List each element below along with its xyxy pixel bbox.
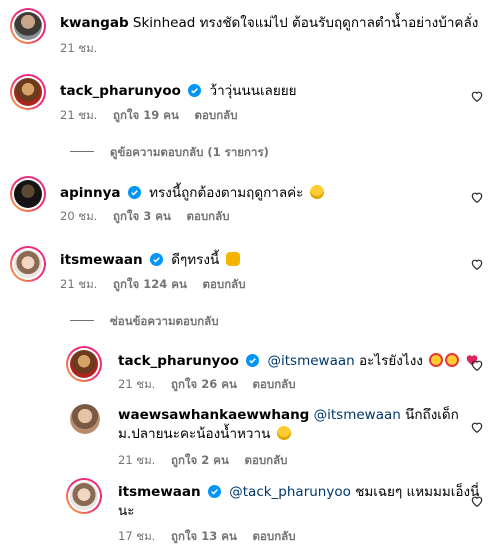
- heart-outline-icon[interactable]: [470, 358, 484, 372]
- comment-meta: 20 ชม. ถูกใจ 3 คน ตอบกลับ: [60, 208, 242, 224]
- comment-text: tack_pharunyoo ว้าวุ่นนนเลยยย: [60, 82, 297, 100]
- username[interactable]: itsmewaan: [118, 484, 201, 500]
- avatar[interactable]: [10, 8, 46, 44]
- reply-meta: 21 ชม. ถูกใจ 2 คน ตอบกลับ: [118, 452, 300, 468]
- comment-text: apinnya ทรงนี้ถูกต้องตามฤดูกาลค่ะ: [60, 184, 324, 202]
- heart-outline-icon[interactable]: [470, 89, 484, 103]
- reply-body: อะไรยังไงง: [359, 353, 423, 369]
- verified-badge-icon: [246, 354, 260, 367]
- laughing-emoji-icon: [276, 426, 291, 440]
- timestamp[interactable]: 21 ชม.: [118, 377, 155, 391]
- username[interactable]: kwangab: [60, 15, 129, 31]
- clapping-hands-emoji-icon: [225, 252, 240, 266]
- heart-outline-icon[interactable]: [470, 420, 484, 434]
- reply-text-continued: นะ: [118, 502, 134, 520]
- comment-body: ทรงนี้ถูกต้องตามฤดูกาลค่ะ: [149, 185, 304, 201]
- avatar[interactable]: [10, 74, 46, 110]
- replies-divider: [70, 151, 94, 152]
- comment-body: ดีๆทรงนี้: [171, 252, 220, 268]
- star-struck-emoji-icon: [429, 353, 444, 367]
- mention-link[interactable]: @itsmewaan: [314, 407, 401, 423]
- view-replies-label: ดูข้อความตอบกลับ (1 รายการ): [110, 145, 269, 159]
- like-count[interactable]: ถูกใจ 2 คน: [171, 453, 229, 467]
- avatar[interactable]: [10, 246, 46, 282]
- timestamp[interactable]: 21 ชม.: [118, 453, 155, 467]
- hide-replies-label: ซ่อนข้อความตอบกลับ: [110, 314, 219, 328]
- heart-outline-icon[interactable]: [470, 494, 484, 508]
- reply-text: tack_pharunyoo @itsmewaan อะไรยังไงง: [118, 352, 479, 370]
- reply-body: ชมเฉยๆ แหมมมเอ็งนี่: [355, 484, 480, 500]
- verified-badge-icon: [188, 84, 202, 97]
- avatar[interactable]: [10, 176, 46, 212]
- verified-badge-icon: [127, 186, 141, 199]
- avatar[interactable]: [66, 346, 102, 382]
- reply-button[interactable]: ตอบกลับ: [195, 108, 238, 122]
- heart-outline-icon[interactable]: [470, 190, 484, 204]
- laughing-emoji-icon: [309, 185, 324, 199]
- mention-link[interactable]: @tack_pharunyoo: [229, 484, 351, 500]
- comment-text: kwangab Skinhead ทรงชัดใจแม่ไป ต้อนรับฤด…: [60, 14, 478, 32]
- reply-button[interactable]: ตอบกลับ: [245, 453, 288, 467]
- username[interactable]: waewsawhankaewwhang: [118, 407, 309, 423]
- reply-text-continued: ม.ปลายนะคะน้องน้ำหวาน: [118, 425, 291, 443]
- reply-button[interactable]: ตอบกลับ: [253, 377, 296, 391]
- comment-meta: 21 ชม. ถูกใจ 124 คน ตอบกลับ: [60, 276, 258, 292]
- reply-button[interactable]: ตอบกลับ: [187, 209, 230, 223]
- mention-link[interactable]: @itsmewaan: [268, 353, 355, 369]
- comment-meta: 21 ชม. ถูกใจ 19 คน ตอบกลับ: [60, 107, 250, 123]
- hide-replies-button[interactable]: ซ่อนข้อความตอบกลับ: [70, 313, 219, 329]
- timestamp[interactable]: 20 ชม.: [60, 209, 97, 223]
- comment-meta: 21 ชม.: [60, 40, 109, 56]
- star-struck-emoji-icon: [445, 353, 460, 367]
- timestamp[interactable]: 21 ชม.: [60, 41, 97, 55]
- like-count[interactable]: ถูกใจ 26 คน: [171, 377, 237, 391]
- username[interactable]: tack_pharunyoo: [60, 83, 181, 99]
- username[interactable]: itsmewaan: [60, 252, 143, 268]
- reply-meta: 17 ชม. ถูกใจ 13 คน ตอบกลับ: [118, 528, 308, 544]
- comment-body: ว้าวุ่นนนเลยยย: [209, 83, 297, 99]
- verified-badge-icon: [207, 485, 221, 498]
- reply-text: waewsawhankaewwhang @itsmewaan นึกถึงเด็…: [118, 406, 459, 424]
- timestamp[interactable]: 21 ชม.: [60, 108, 97, 122]
- avatar[interactable]: [66, 478, 102, 514]
- verified-badge-icon: [149, 253, 163, 266]
- username[interactable]: apinnya: [60, 185, 121, 201]
- timestamp[interactable]: 17 ชม.: [118, 529, 155, 543]
- reply-meta: 21 ชม. ถูกใจ 26 คน ตอบกลับ: [118, 376, 308, 392]
- comment-text: itsmewaan ดีๆทรงนี้: [60, 251, 240, 269]
- comment-body: Skinhead ทรงชัดใจแม่ไป ต้อนรับฤดูกาลตำน้…: [132, 15, 479, 31]
- reply-body-line2: ม.ปลายนะคะน้องน้ำหวาน: [118, 426, 271, 442]
- reply-button[interactable]: ตอบกลับ: [253, 529, 296, 543]
- view-replies-button[interactable]: ดูข้อความตอบกลับ (1 รายการ): [70, 144, 269, 160]
- like-count[interactable]: ถูกใจ 124 คน: [113, 277, 187, 291]
- timestamp[interactable]: 21 ชม.: [60, 277, 97, 291]
- replies-divider: [70, 320, 94, 321]
- reply-button[interactable]: ตอบกลับ: [203, 277, 246, 291]
- reply-body-line2: นะ: [118, 503, 135, 519]
- reply-body: นึกถึงเด็ก: [405, 407, 459, 423]
- like-count[interactable]: ถูกใจ 13 คน: [171, 529, 237, 543]
- like-count[interactable]: ถูกใจ 19 คน: [113, 108, 179, 122]
- like-count[interactable]: ถูกใจ 3 คน: [113, 209, 171, 223]
- username[interactable]: tack_pharunyoo: [118, 353, 239, 369]
- avatar[interactable]: [70, 404, 100, 434]
- heart-outline-icon[interactable]: [470, 257, 484, 271]
- reply-text: itsmewaan @tack_pharunyoo ชมเฉยๆ แหมมมเอ…: [118, 483, 479, 501]
